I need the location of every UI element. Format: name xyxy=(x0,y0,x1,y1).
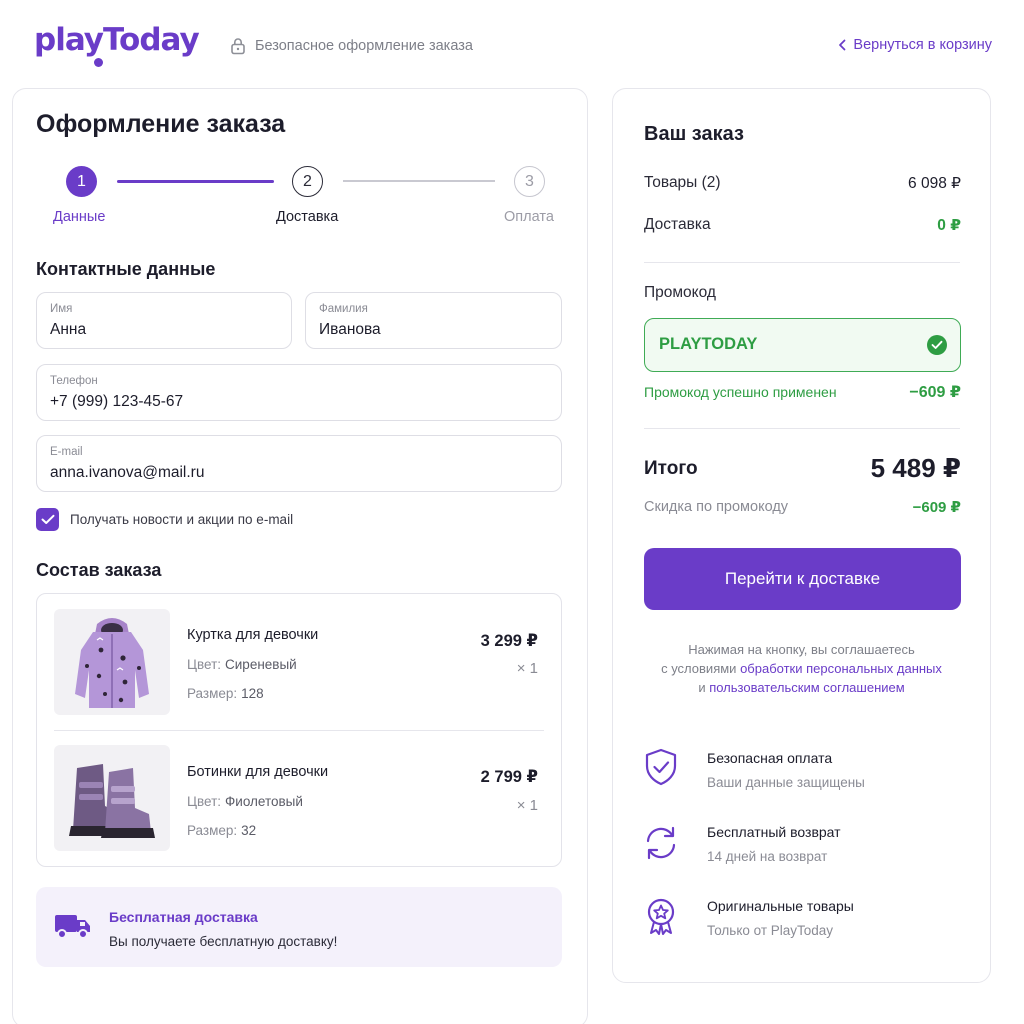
step-3-label: Оплата xyxy=(504,209,554,225)
refresh-icon xyxy=(646,826,676,860)
item-1-size: Размер: 128 xyxy=(187,686,264,701)
stepper-line-completed xyxy=(117,180,274,183)
go-to-delivery-button[interactable]: Перейти к доставке xyxy=(644,548,961,610)
back-to-cart-label[interactable]: Вернуться в корзину xyxy=(853,37,992,53)
step-3-circle: 3 xyxy=(514,166,545,197)
item-2-size-label: Размер: xyxy=(187,823,238,838)
item-2-color-value: Фиолетовый xyxy=(225,794,303,809)
phone-label: Телефон xyxy=(50,375,98,387)
truck-icon xyxy=(55,915,90,939)
back-to-cart-link[interactable]: Вернуться в корзину xyxy=(838,37,992,53)
item-2-name[interactable]: Ботинки для девочки xyxy=(187,764,328,780)
promo-code-value[interactable]: PLAYTODAY xyxy=(659,335,757,354)
user-agreement-link[interactable]: пользовательским соглашением xyxy=(709,680,904,695)
feature-3-subtitle: Только от PlayToday xyxy=(707,923,834,938)
item-1-color-value: Сиреневый xyxy=(225,657,297,672)
item-1-qty: × 1 xyxy=(516,660,538,677)
last-name-field[interactable]: Фамилия Иванова xyxy=(305,292,562,349)
shield-check-icon xyxy=(645,748,677,786)
agreement-text: Нажимая на кнопку, вы соглашаетесь с усл… xyxy=(620,640,983,697)
first-name-field[interactable]: Имя Анна xyxy=(36,292,292,349)
secure-checkout-label: Безопасное оформление заказа xyxy=(255,38,473,54)
free-delivery-title: Бесплатная доставка xyxy=(109,909,258,925)
item-1-name[interactable]: Куртка для девочки xyxy=(187,627,318,643)
email-input[interactable]: anna.ivanova@mail.ru xyxy=(50,464,548,482)
boots-image xyxy=(69,764,155,838)
logo-dot xyxy=(94,58,103,67)
summary-divider-1 xyxy=(644,262,960,263)
delivery-value: 0 ₽ xyxy=(937,217,961,234)
personal-data-link[interactable]: обработки персональных данных xyxy=(740,661,942,676)
total-value: 5 489 ₽ xyxy=(870,453,961,483)
newsletter-label[interactable]: Получать новости и акции по e-mail xyxy=(70,512,293,527)
phone-input[interactable]: +7 (999) 123-45-67 xyxy=(50,393,548,411)
jacket-image xyxy=(75,618,149,708)
email-label: E-mail xyxy=(50,446,83,458)
feature-2-subtitle: 14 дней на возврат xyxy=(707,849,828,864)
agreement-line-3-prefix: и xyxy=(698,680,706,695)
email-field[interactable]: E-mail anna.ivanova@mail.ru xyxy=(36,435,562,492)
goods-value: 6 098 ₽ xyxy=(908,175,961,192)
contact-section-title: Контактные данные xyxy=(36,259,216,279)
checkmark-icon xyxy=(41,514,54,524)
lock-icon xyxy=(231,38,245,55)
promo-discount: −609 ₽ xyxy=(909,384,961,401)
badge-star-icon xyxy=(647,898,675,935)
item-2-size: Размер: 32 xyxy=(187,823,256,838)
item-1-color: Цвет: Сиреневый xyxy=(187,657,297,672)
item-2-qty: × 1 xyxy=(516,797,538,814)
discount-value: −609 ₽ xyxy=(912,499,961,516)
brand-logo[interactable]: playToday xyxy=(34,22,200,58)
free-delivery-text: Вы получаете бесплатную доставку! xyxy=(109,934,338,949)
promo-label: Промокод xyxy=(644,284,716,301)
step-1-label[interactable]: Данные xyxy=(53,209,105,225)
summary-divider-2 xyxy=(644,428,960,429)
checkout-form-card xyxy=(12,88,588,1024)
agreement-line-1: Нажимая на кнопку, вы соглашаетесь xyxy=(688,642,915,657)
secure-checkout-note: Безопасное оформление заказа xyxy=(230,37,473,55)
feature-1-title: Безопасная оплата xyxy=(707,750,833,766)
goods-label: Товары (2) xyxy=(644,174,721,191)
newsletter-checkbox[interactable] xyxy=(36,508,59,531)
promo-check-icon xyxy=(927,335,947,355)
items-divider xyxy=(54,730,544,731)
item-2-color: Цвет: Фиолетовый xyxy=(187,794,303,809)
step-2-label[interactable]: Доставка xyxy=(276,209,338,225)
feature-1-subtitle: Ваши данные защищены xyxy=(707,775,865,790)
page-title: Оформление заказа xyxy=(36,110,286,138)
step-2-circle[interactable]: 2 xyxy=(292,166,323,197)
item-2-size-value: 32 xyxy=(241,823,257,838)
last-name-input[interactable]: Иванова xyxy=(319,321,548,339)
first-name-input[interactable]: Анна xyxy=(50,321,278,339)
summary-title: Ваш заказ xyxy=(644,123,744,145)
item-1-size-label: Размер: xyxy=(187,686,238,701)
feature-2-title: Бесплатный возврат xyxy=(707,824,841,840)
chevron-left-icon xyxy=(839,39,846,51)
item-1-color-label: Цвет: xyxy=(187,657,222,672)
step-1-circle[interactable]: 1 xyxy=(66,166,97,197)
jacket-thumbnail[interactable] xyxy=(54,609,170,715)
item-1-price: 3 299 ₽ xyxy=(480,632,538,650)
stepper-line-pending xyxy=(343,180,495,182)
free-delivery-banner xyxy=(36,887,562,967)
order-section-title: Состав заказа xyxy=(36,560,162,580)
discount-label: Скидка по промокоду xyxy=(644,499,789,515)
item-2-color-label: Цвет: xyxy=(187,794,222,809)
total-label: Итого xyxy=(644,458,698,479)
feature-3-title: Оригинальные товары xyxy=(707,898,854,914)
item-1-size-value: 128 xyxy=(241,686,264,701)
delivery-label: Доставка xyxy=(644,216,711,233)
first-name-label: Имя xyxy=(50,303,73,315)
phone-field[interactable]: Телефон +7 (999) 123-45-67 xyxy=(36,364,562,421)
agreement-line-2-prefix: с условиями xyxy=(661,661,737,676)
item-2-price: 2 799 ₽ xyxy=(480,768,538,786)
promo-status: Промокод успешно применен xyxy=(644,384,837,400)
last-name-label: Фамилия xyxy=(319,303,368,315)
boots-thumbnail[interactable] xyxy=(54,745,170,851)
